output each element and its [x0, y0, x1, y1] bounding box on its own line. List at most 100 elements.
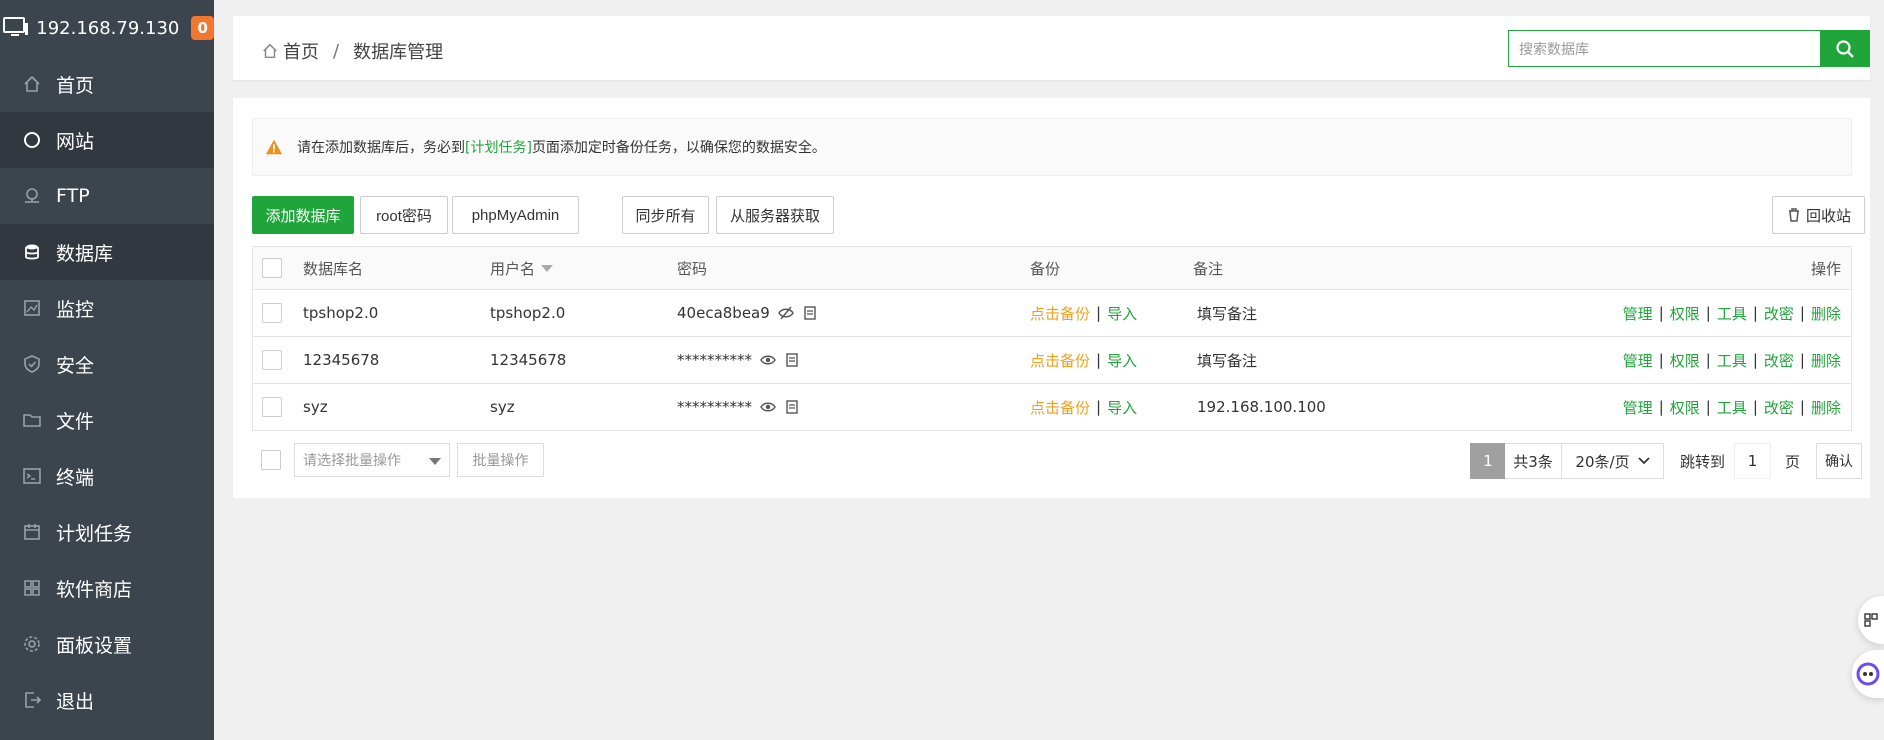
sidebar-item-store[interactable]: 软件商店 — [0, 560, 214, 616]
col-user-label: 用户名 — [490, 259, 536, 278]
sidebar-item-label: 数据库 — [56, 242, 114, 265]
sync-all-button[interactable]: 同步所有 — [622, 196, 709, 234]
add-database-button[interactable]: 添加数据库 — [252, 196, 354, 234]
db-password: ********** — [677, 398, 752, 416]
copy-icon[interactable] — [802, 305, 818, 321]
change-password-link[interactable]: 改密 — [1764, 350, 1794, 371]
change-password-link[interactable]: 改密 — [1764, 303, 1794, 324]
separator: | — [1705, 304, 1711, 322]
recycle-bin-button[interactable]: 回收站 — [1772, 196, 1865, 234]
tools-link[interactable]: 工具 — [1717, 350, 1747, 371]
col-ops: 操作 — [1810, 259, 1841, 278]
db-note[interactable]: 填写备注 — [1197, 337, 1257, 383]
batch-operation-button[interactable]: 批量操作 — [457, 443, 544, 477]
manage-link[interactable]: 管理 — [1623, 350, 1653, 371]
backup-link[interactable]: 点击备份 — [1030, 303, 1090, 324]
monitor-icon — [2, 13, 30, 43]
floating-qr-button[interactable] — [1858, 596, 1884, 644]
col-name: 数据库名 — [303, 259, 364, 278]
table-footer: 请选择批量操作 批量操作 1 共3条 20条/页 跳转到 1 页 确认 — [252, 443, 1862, 479]
sidebar-item-home[interactable]: 首页 — [0, 56, 214, 112]
row-checkbox[interactable] — [262, 303, 282, 323]
sidebar-item-website[interactable]: 网站 — [0, 112, 214, 168]
sidebar-item-files[interactable]: 文件 — [0, 392, 214, 448]
sidebar-item-terminal[interactable]: 终端 — [0, 448, 214, 504]
footer-select-all-checkbox[interactable] — [261, 450, 281, 470]
phpmyadmin-button[interactable]: phpMyAdmin — [452, 196, 579, 234]
backup-link[interactable]: 点击备份 — [1030, 397, 1090, 418]
sidebar-item-label: 监控 — [56, 298, 95, 321]
copy-icon[interactable] — [784, 399, 800, 415]
sidebar-item-ftp[interactable]: FTP — [0, 168, 214, 224]
sidebar-item-label: FTP — [56, 185, 90, 207]
db-name: syz — [303, 398, 328, 416]
sidebar-item-database[interactable]: 数据库 — [0, 224, 214, 280]
sidebar-item-logout[interactable]: 退出 — [0, 672, 214, 728]
sidebar-item-security[interactable]: 安全 — [0, 336, 214, 392]
delete-link[interactable]: 删除 — [1811, 303, 1841, 324]
db-note[interactable]: 填写备注 — [1197, 290, 1257, 336]
import-link[interactable]: 导入 — [1107, 350, 1137, 371]
db-user: tpshop2.0 — [490, 304, 566, 322]
manage-link[interactable]: 管理 — [1623, 397, 1653, 418]
per-page-select[interactable]: 20条/页 — [1561, 443, 1664, 479]
goto-page-input[interactable]: 1 — [1734, 443, 1771, 479]
col-backup: 备份 — [1030, 259, 1061, 278]
search-button[interactable] — [1820, 30, 1870, 67]
sidebar-item-monitor[interactable]: 监控 — [0, 280, 214, 336]
separator: | — [1799, 398, 1805, 416]
header-bar: 首页 / 数据库管理 — [233, 16, 1870, 80]
row-checkbox[interactable] — [262, 397, 282, 417]
warning-icon — [265, 139, 283, 155]
sidebar-item-label: 首页 — [56, 74, 95, 97]
sidebar-item-cron[interactable]: 计划任务 — [0, 504, 214, 560]
copy-icon[interactable] — [784, 352, 800, 368]
logout-icon — [22, 690, 42, 710]
sidebar-item-label: 终端 — [56, 466, 95, 489]
change-password-link[interactable]: 改密 — [1764, 397, 1794, 418]
sidebar-item-label: 面板设置 — [56, 634, 133, 657]
cron-link[interactable]: [计划任务] — [465, 137, 532, 157]
breadcrumb-home[interactable]: 首页 — [283, 38, 319, 64]
root-password-button[interactable]: root密码 — [360, 196, 448, 234]
separator: | — [1752, 351, 1758, 369]
terminal-icon — [22, 466, 42, 486]
db-user: syz — [490, 398, 515, 416]
eye-slash-icon[interactable] — [777, 305, 794, 321]
permission-link[interactable]: 权限 — [1670, 303, 1700, 324]
floating-assistant-button[interactable] — [1852, 650, 1884, 698]
manage-link[interactable]: 管理 — [1623, 303, 1653, 324]
import-link[interactable]: 导入 — [1107, 397, 1137, 418]
batch-operation-select[interactable]: 请选择批量操作 — [294, 443, 450, 477]
col-user[interactable]: 用户名 — [490, 247, 554, 289]
gear-icon — [22, 634, 42, 654]
select-all-checkbox[interactable] — [262, 258, 282, 278]
row-checkbox[interactable] — [262, 350, 282, 370]
eye-icon[interactable] — [760, 352, 776, 368]
permission-link[interactable]: 权限 — [1670, 397, 1700, 418]
eye-icon[interactable] — [760, 399, 776, 415]
search-input[interactable] — [1508, 30, 1820, 67]
fetch-from-server-button[interactable]: 从服务器获取 — [716, 196, 834, 234]
tools-link[interactable]: 工具 — [1717, 303, 1747, 324]
sidebar-item-label: 网站 — [56, 130, 95, 153]
tools-link[interactable]: 工具 — [1717, 397, 1747, 418]
page-current[interactable]: 1 — [1470, 443, 1506, 479]
delete-link[interactable]: 删除 — [1811, 350, 1841, 371]
notification-badge[interactable]: 0 — [191, 16, 214, 40]
permission-link[interactable]: 权限 — [1670, 350, 1700, 371]
table-row: tpshop2.0 tpshop2.0 40eca8bea9 点击备份 | 导入 填… — [253, 289, 1851, 336]
server-ip: 192.168.79.130 — [36, 17, 180, 39]
delete-link[interactable]: 删除 — [1811, 397, 1841, 418]
sidebar: 192.168.79.130 0 首页 网站 FTP 数据库 监控 安全 文件 … — [0, 0, 214, 740]
robot-icon — [1856, 662, 1880, 686]
db-note[interactable]: 192.168.100.100 — [1197, 384, 1326, 430]
import-link[interactable]: 导入 — [1107, 303, 1137, 324]
goto-confirm-button[interactable]: 确认 — [1816, 443, 1862, 479]
separator: | — [1658, 304, 1664, 322]
sidebar-item-settings[interactable]: 面板设置 — [0, 616, 214, 672]
grid-icon — [1864, 613, 1878, 627]
sidebar-item-label: 计划任务 — [56, 522, 133, 545]
backup-link[interactable]: 点击备份 — [1030, 350, 1090, 371]
separator: | — [1096, 304, 1102, 322]
